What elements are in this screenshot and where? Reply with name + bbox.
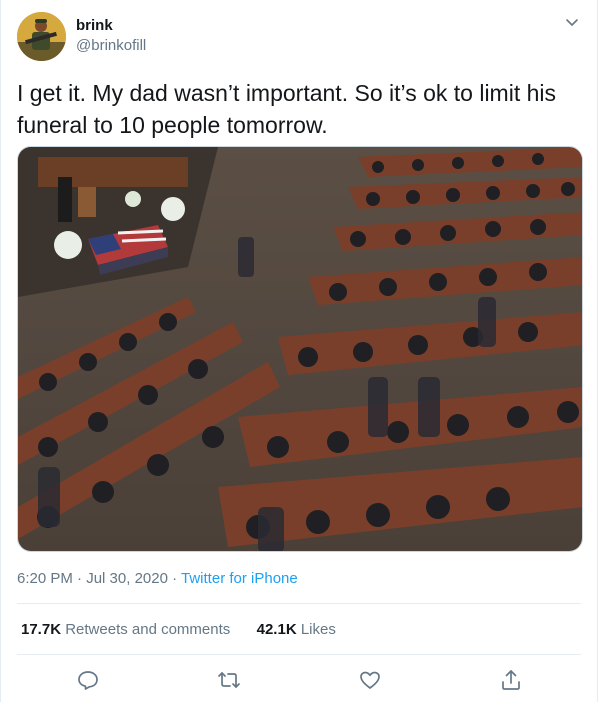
funeral-photo [18,147,582,551]
share-icon[interactable] [499,668,523,692]
tweet-header: brink @brinkofill [17,10,581,64]
likes-label: Likes [300,621,336,638]
tweet-stats: 17.7K Retweets and comments 42.1K Likes [21,621,336,638]
tweet-photo[interactable] [17,146,583,552]
tweet-actions [1,668,597,692]
avatar[interactable] [17,12,66,61]
tweet-card: brink @brinkofill I get it. My dad wasn’… [0,0,598,702]
user-names: brink @brinkofill [76,16,146,56]
divider [17,603,581,604]
avatar-image [17,12,66,61]
display-name[interactable]: brink [76,16,146,36]
tweet-date[interactable]: Jul 30, 2020 [86,570,168,587]
user-handle[interactable]: @brinkofill [76,36,146,56]
chevron-down-icon[interactable] [563,14,581,32]
likes-stat[interactable]: 42.1K Likes [257,621,336,638]
tweet-time[interactable]: 6:20 PM [17,570,73,587]
meta-separator: · [72,570,87,587]
reply-icon[interactable] [76,668,100,692]
retweet-icon[interactable] [217,668,241,692]
likes-count: 42.1K [256,621,297,638]
retweets-label: Retweets and comments [65,621,231,638]
like-icon[interactable] [358,668,382,692]
divider [17,654,581,655]
retweets-stat[interactable]: 17.7K Retweets and comments [21,621,230,638]
tweet-text: I get it. My dad wasn’t important. So it… [17,80,557,138]
tweet-source[interactable]: Twitter for iPhone [181,570,298,587]
meta-separator: · [167,570,182,587]
retweets-count: 17.7K [21,621,62,638]
tweet-meta: 6:20 PM · Jul 30, 2020 · Twitter for iPh… [17,570,298,587]
